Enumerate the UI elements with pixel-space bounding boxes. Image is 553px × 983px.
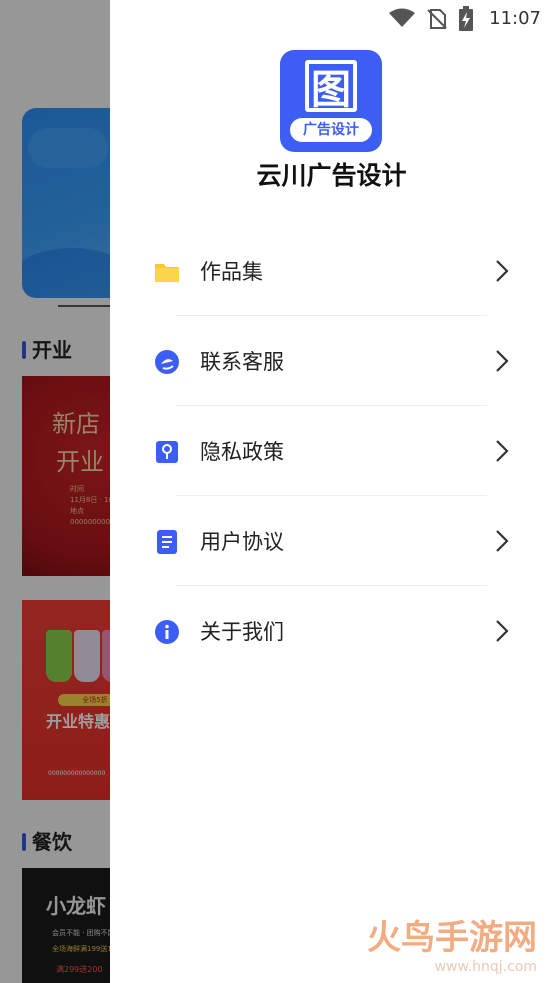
status-bar: 11:07 — [110, 0, 553, 38]
battery-charging-icon — [459, 6, 473, 31]
menu-item-label: 关于我们 — [200, 620, 284, 644]
app-logo: 图 广告设计 — [280, 50, 382, 152]
chevron-right-icon — [496, 260, 509, 282]
chevron-right-icon — [496, 440, 509, 462]
status-time: 11:07 — [489, 8, 541, 29]
drawer-menu: 作品集 联系客服 隐私政策 用户协议 关于我们 — [110, 226, 553, 676]
no-sim-icon — [427, 9, 447, 29]
menu-item-label: 隐私政策 — [200, 440, 284, 464]
navigation-drawer: 11:07 图 广告设计 云川广告设计 作品集 联系客服 隐私政策 用户协议 关… — [110, 0, 553, 983]
menu-item-contact-support[interactable]: 联系客服 — [110, 316, 553, 406]
menu-item-label: 联系客服 — [200, 350, 284, 374]
privacy-icon — [156, 441, 178, 463]
folder-icon — [155, 264, 179, 282]
chevron-right-icon — [496, 620, 509, 642]
menu-item-about-us[interactable]: 关于我们 — [110, 586, 553, 676]
customer-service-icon — [155, 350, 179, 374]
watermark-text: 火鸟手游网 — [367, 918, 537, 958]
document-icon — [157, 530, 177, 554]
menu-item-privacy-policy[interactable]: 隐私政策 — [110, 406, 553, 496]
logo-glyph: 图 — [305, 60, 357, 113]
watermark-url: www.hnqj.com — [434, 959, 537, 975]
app-name: 云川广告设计 — [256, 161, 407, 190]
watermark: 火鸟手游网 www.hnqj.com — [367, 910, 537, 975]
logo-label: 广告设计 — [290, 118, 372, 142]
menu-item-portfolio[interactable]: 作品集 — [110, 226, 553, 316]
chevron-right-icon — [496, 350, 509, 372]
menu-item-user-agreement[interactable]: 用户协议 — [110, 496, 553, 586]
menu-item-label: 作品集 — [200, 260, 263, 284]
chevron-right-icon — [496, 530, 509, 552]
menu-item-label: 用户协议 — [200, 530, 284, 554]
wifi-icon — [389, 8, 415, 27]
info-icon — [155, 620, 179, 644]
